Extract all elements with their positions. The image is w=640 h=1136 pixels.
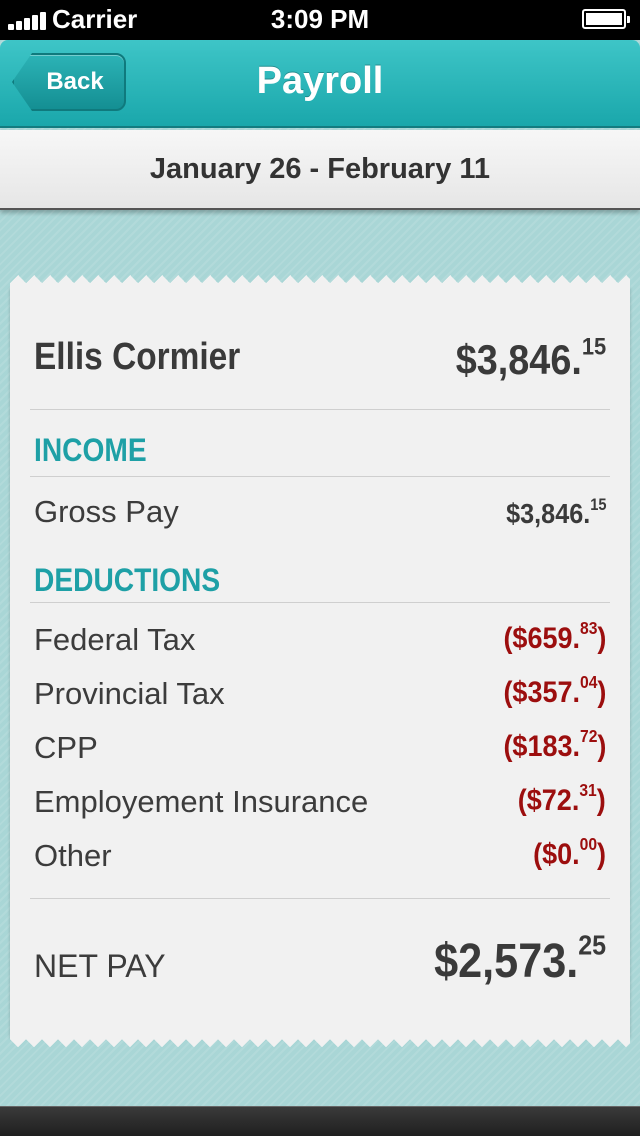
line-item-amount: ($183.72) bbox=[503, 726, 606, 763]
deduction-item-employment-insurance: Employement Insurance ($72.31) bbox=[34, 780, 606, 824]
line-item-amount: ($72.31) bbox=[518, 780, 606, 817]
line-item-label: Provincial Tax bbox=[34, 676, 225, 711]
status-bar: Carrier 3:09 PM bbox=[0, 0, 640, 40]
receipt-torn-edge-bottom bbox=[10, 1035, 630, 1047]
net-pay-row: NET PAY $2,573.25 bbox=[34, 928, 606, 998]
employee-row: Ellis Cormier $3,846.15 bbox=[34, 326, 606, 406]
divider bbox=[30, 476, 610, 477]
employee-total-amount: $3,846.15 bbox=[455, 333, 606, 383]
income-item-gross-pay: Gross Pay $3,846.15 bbox=[34, 490, 606, 534]
line-item-label: Federal Tax bbox=[34, 622, 196, 657]
deductions-header: DEDUCTIONS bbox=[34, 562, 221, 598]
deduction-item-provincial-tax: Provincial Tax ($357.04) bbox=[34, 672, 606, 716]
line-item-amount: $3,846.15 bbox=[505, 496, 606, 529]
divider bbox=[30, 409, 610, 410]
line-item-label: CPP bbox=[34, 730, 98, 765]
line-item-amount: ($659.83) bbox=[503, 618, 606, 655]
line-item-amount: ($357.04) bbox=[503, 672, 606, 709]
line-item-amount: ($0.00) bbox=[533, 834, 606, 871]
pay-period-label: January 26 - February 11 bbox=[0, 130, 640, 210]
divider bbox=[30, 898, 610, 899]
battery-icon bbox=[582, 9, 630, 29]
divider bbox=[30, 602, 610, 603]
employee-name: Ellis Cormier bbox=[34, 336, 241, 378]
deduction-item-federal-tax: Federal Tax ($659.83) bbox=[34, 618, 606, 662]
income-header: INCOME bbox=[34, 432, 147, 468]
deduction-item-other: Other ($0.00) bbox=[34, 834, 606, 878]
nav-bar: Back Payroll bbox=[0, 40, 640, 128]
payroll-receipt: Ellis Cormier $3,846.15 INCOME Gross Pay… bbox=[10, 275, 630, 1047]
deduction-item-cpp: CPP ($183.72) bbox=[34, 726, 606, 770]
status-time: 3:09 PM bbox=[270, 4, 370, 34]
receipt-torn-edge-top bbox=[10, 275, 630, 287]
bottom-toolbar bbox=[0, 1106, 640, 1136]
page-title: Payroll bbox=[256, 60, 384, 102]
line-item-label: Other bbox=[34, 838, 112, 873]
net-pay-label: NET PAY bbox=[34, 948, 166, 984]
line-item-label: Employement Insurance bbox=[34, 784, 369, 819]
line-item-label: Gross Pay bbox=[34, 494, 179, 529]
net-pay-amount: $2,573.25 bbox=[433, 929, 606, 988]
